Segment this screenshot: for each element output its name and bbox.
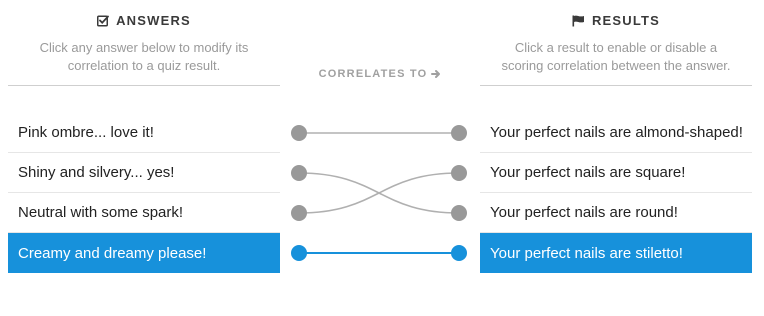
- results-title: RESULTS: [591, 13, 661, 28]
- result-item[interactable]: Your perfect nails are stiletto!: [480, 233, 752, 273]
- result-item[interactable]: Your perfect nails are almond-shaped!: [480, 113, 752, 153]
- correlation-line: [298, 172, 460, 214]
- answers-column: ANSWERS Click any answer below to modify…: [8, 0, 280, 273]
- result-node[interactable]: [451, 205, 467, 221]
- result-item[interactable]: Your perfect nails are round!: [480, 193, 752, 233]
- answer-item[interactable]: Neutral with some spark!: [8, 193, 280, 233]
- answer-item[interactable]: Creamy and dreamy please!: [8, 233, 280, 273]
- answer-node[interactable]: [291, 245, 307, 261]
- result-node[interactable]: [451, 125, 467, 141]
- results-list: Your perfect nails are almond-shaped! Yo…: [480, 113, 752, 273]
- results-column: RESULTS Click a result to enable or disa…: [480, 0, 752, 273]
- answer-node[interactable]: [291, 165, 307, 181]
- correlation-lines: [291, 125, 467, 261]
- result-node[interactable]: [451, 165, 467, 181]
- flag-icon: [572, 15, 584, 26]
- answers-list: Pink ombre... love it! Shiny and silvery…: [8, 113, 280, 273]
- answers-header: ANSWERS Click any answer below to modify…: [8, 0, 280, 86]
- answer-item[interactable]: Pink ombre... love it!: [8, 113, 280, 153]
- result-node[interactable]: [451, 245, 467, 261]
- checkbox-icon: [97, 15, 109, 26]
- answer-node[interactable]: [291, 125, 307, 141]
- answers-title: ANSWERS: [116, 13, 191, 28]
- results-description: Click a result to enable or disable a sc…: [501, 40, 731, 73]
- correlation-column: CORRELATES TO: [280, 0, 480, 316]
- results-header: RESULTS Click a result to enable or disa…: [480, 0, 752, 86]
- result-item[interactable]: Your perfect nails are square!: [480, 153, 752, 193]
- answers-description: Click any answer below to modify its cor…: [39, 40, 249, 73]
- answer-item[interactable]: Shiny and silvery... yes!: [8, 153, 280, 193]
- answer-node[interactable]: [291, 205, 307, 221]
